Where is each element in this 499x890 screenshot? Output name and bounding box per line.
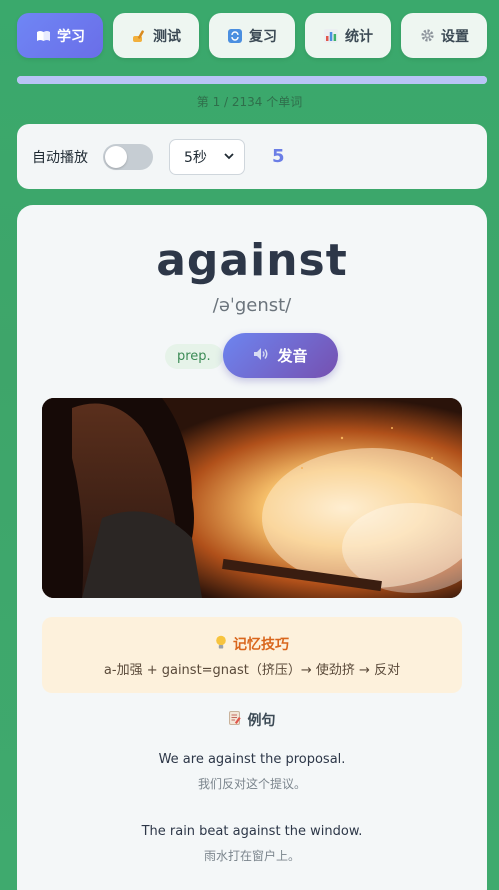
word-title: against bbox=[156, 235, 348, 286]
tab-test[interactable]: 测试 bbox=[113, 13, 199, 58]
part-of-speech-badge: prep. bbox=[165, 344, 223, 369]
autoplay-label: 自动播放 bbox=[32, 149, 88, 166]
progress-fill bbox=[17, 76, 487, 84]
progress-bar bbox=[17, 76, 487, 84]
tab-test-label: 测试 bbox=[153, 28, 181, 45]
example-zh-2: 雨水打在窗户上。 bbox=[203, 849, 300, 863]
memory-tip-box: 记忆技巧 a-加强 + gainst=gnast（挤压）→ 使劲挤 → 反对 bbox=[42, 617, 462, 693]
bar-chart-icon bbox=[323, 28, 339, 44]
progress-text: 第 1 / 2134 个单词 bbox=[196, 95, 303, 109]
tab-learn[interactable]: 学习 bbox=[17, 13, 103, 58]
autoplay-toggle[interactable] bbox=[103, 143, 153, 170]
tab-settings[interactable]: 设置 bbox=[401, 13, 487, 58]
gear-icon bbox=[419, 28, 435, 44]
example-en-2: The rain beat against the window. bbox=[141, 824, 363, 839]
examples-title-text: 例句 bbox=[247, 713, 276, 729]
memory-tip-title-text: 记忆技巧 bbox=[233, 637, 289, 653]
word-card: against /əˈgenst/ prep. 发音 记忆技巧 a-加强 + g… bbox=[17, 205, 487, 890]
word-image bbox=[42, 398, 462, 598]
examples-title: 例句 bbox=[17, 710, 487, 730]
memo-icon bbox=[228, 711, 242, 729]
memory-tip-text: a-加强 + gainst=gnast（挤压）→ 使劲挤 → 反对 bbox=[103, 663, 401, 678]
example-zh-1: 我们反对这个提议。 bbox=[197, 777, 306, 791]
lightbulb-icon bbox=[215, 635, 227, 654]
toggle-knob bbox=[105, 145, 127, 168]
countdown: 5 bbox=[272, 146, 285, 167]
repeat-icon bbox=[227, 28, 243, 44]
example-en-1: We are against the proposal. bbox=[158, 752, 346, 767]
chevron-down-icon bbox=[224, 149, 234, 165]
tab-learn-label: 学习 bbox=[57, 28, 85, 45]
autoplay-panel: 自动播放 5秒 5 bbox=[17, 124, 487, 189]
interval-value: 5秒 bbox=[184, 149, 207, 166]
tab-stats[interactable]: 统计 bbox=[305, 13, 391, 58]
writing-hand-icon bbox=[131, 28, 147, 44]
tab-stats-label: 统计 bbox=[345, 28, 373, 45]
main-nav: 学习 测试 复习 统计 设置 bbox=[17, 13, 487, 58]
interval-select[interactable]: 5秒 bbox=[169, 138, 245, 175]
speaker-icon bbox=[253, 347, 269, 365]
tab-review-label: 复习 bbox=[249, 28, 277, 45]
pronounce-button[interactable]: 发音 bbox=[223, 333, 338, 378]
pronounce-label: 发音 bbox=[277, 347, 308, 365]
tab-review[interactable]: 复习 bbox=[209, 13, 295, 58]
book-icon bbox=[35, 28, 51, 44]
tab-settings-label: 设置 bbox=[441, 28, 469, 45]
phonetic: /əˈgenst/ bbox=[212, 295, 292, 316]
memory-tip-title: 记忆技巧 bbox=[42, 634, 462, 654]
